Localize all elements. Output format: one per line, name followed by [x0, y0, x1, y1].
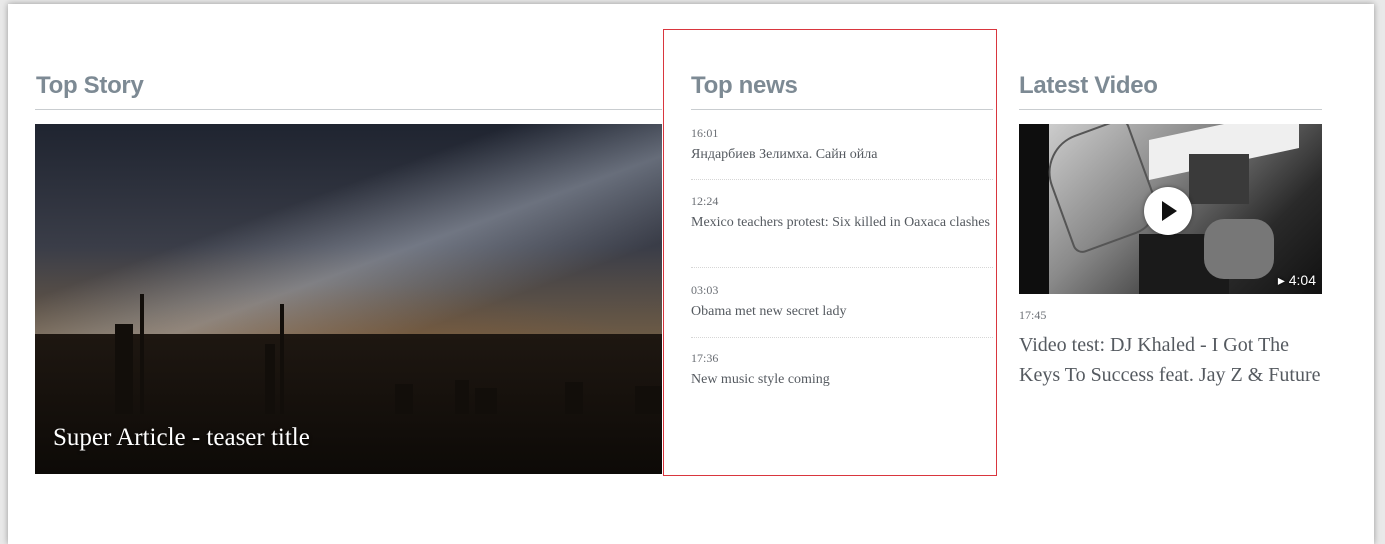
video-time: 17:45: [1019, 308, 1047, 322]
news-item-title[interactable]: Mexico teachers protest: Six killed in O…: [691, 213, 993, 233]
news-item[interactable]: 12:24 Mexico teachers protest: Six kille…: [691, 193, 993, 268]
latest-video-divider: [1019, 109, 1322, 110]
play-button[interactable]: [1144, 187, 1192, 235]
skyline-silhouette: [35, 294, 662, 474]
video-title[interactable]: Video test: DJ Khaled - I Got The Keys T…: [1019, 330, 1329, 390]
news-item-title[interactable]: New music style coming: [691, 370, 993, 390]
news-item-title[interactable]: Obama met new secret lady: [691, 302, 993, 322]
news-item-time: 16:01: [691, 126, 719, 140]
news-item-title[interactable]: Яндарбиев Зелимха. Сайн ойла: [691, 145, 993, 165]
top-news-heading: Top news: [691, 72, 798, 99]
top-story-heading: Top Story: [36, 72, 144, 99]
play-icon: [1162, 201, 1177, 221]
top-story-title[interactable]: Super Article - teaser title: [53, 424, 310, 452]
latest-video-heading: Latest Video: [1019, 72, 1158, 99]
top-story-divider: [35, 109, 662, 110]
top-news-divider: [691, 109, 993, 110]
news-item[interactable]: 03:03 Obama met new secret lady: [691, 282, 993, 338]
news-item[interactable]: 16:01 Яндарбиев Зелимха. Сайн ойла: [691, 125, 993, 180]
news-item-time: 12:24: [691, 194, 719, 208]
video-duration: ▸ 4:04: [1277, 272, 1316, 288]
top-story-teaser[interactable]: Super Article - teaser title: [35, 124, 662, 474]
news-item-time: 17:36: [691, 351, 719, 365]
news-item[interactable]: 17:36 New music style coming: [691, 350, 993, 392]
news-item-time: 03:03: [691, 283, 719, 297]
video-thumbnail[interactable]: ▸ 4:04: [1019, 124, 1322, 294]
